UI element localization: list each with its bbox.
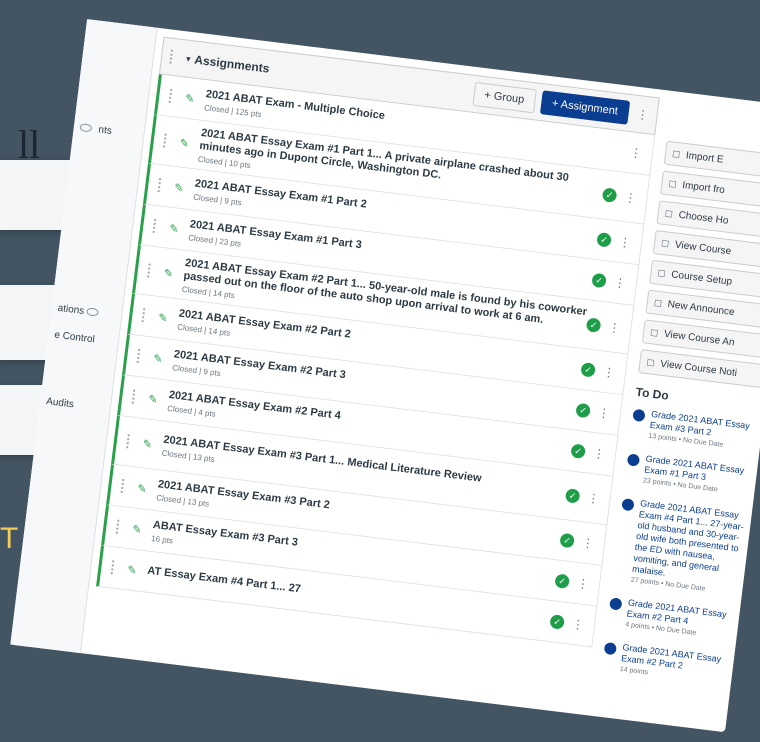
nav-label: Audits	[45, 396, 75, 411]
kebab-icon[interactable]: ⋮	[618, 235, 632, 250]
assignment-icon: ✎	[147, 392, 159, 407]
published-check-icon[interactable]: ✓	[580, 362, 596, 378]
kebab-icon[interactable]: ⋮	[629, 145, 643, 160]
analytics-icon: ◻	[649, 326, 660, 339]
drag-handle-icon[interactable]	[169, 49, 179, 65]
import-from-icon: ◻	[667, 177, 678, 190]
kebab-icon[interactable]: ⋮	[636, 107, 650, 122]
published-check-icon[interactable]: ✓	[585, 317, 602, 333]
kebab-icon[interactable]: ⋮	[602, 365, 616, 380]
canvas-screenshot: nts ations e Control Audits ▾ Assignment…	[0, 0, 760, 740]
sidebar-button-label: Course Setup	[670, 268, 733, 288]
nav-item[interactable]: nts	[72, 113, 145, 148]
assignment-icon: ✎	[178, 136, 190, 150]
drag-handle-icon[interactable]	[126, 434, 136, 450]
todo-item[interactable]: Grade 2021 ABAT Essay Exam #4 Part 1... …	[613, 496, 753, 597]
kebab-icon[interactable]: ⋮	[597, 405, 611, 420]
todo-text[interactable]: Grade 2021 ABAT Essay Exam #4 Part 1... …	[631, 498, 752, 588]
sidebar-button-label: Import E	[685, 149, 725, 166]
todo-item[interactable]: Grade 2021 ABAT Essay Exam #1 Part 3 23 p…	[625, 451, 758, 498]
assignment-icon: ✎	[142, 437, 153, 451]
drag-handle-icon[interactable]	[168, 88, 179, 104]
assignment-icon: ✎	[184, 92, 196, 106]
course-page: nts ations e Control Audits ▾ Assignment…	[10, 19, 760, 733]
published-check-icon[interactable]: ✓	[554, 573, 570, 590]
sidebar-button-label: View Course	[674, 239, 732, 257]
drag-handle-icon[interactable]	[152, 218, 163, 234]
kebab-icon[interactable]: ⋮	[587, 491, 601, 506]
assignments-module: ▾ Assignments + Group + Assignment ⋮ ✎ 20…	[96, 36, 660, 648]
announce-icon: ◻	[653, 296, 663, 309]
nav-label: nts	[97, 124, 113, 137]
todo-list: Grade 2021 ABAT Essay Exam #3 Part 2 13 p…	[602, 407, 760, 687]
assignment-badge-icon	[609, 597, 623, 611]
assignment-icon: ✎	[126, 563, 138, 577]
sidebar-button-label: View Course An	[663, 328, 736, 348]
todo-body: Grade 2021 ABAT Essay Exam #1 Part 3 23 p…	[643, 454, 758, 498]
todo-body: Grade 2021 ABAT Essay Exam #3 Part 2 13 p…	[648, 409, 760, 453]
kebab-icon[interactable]: ⋮	[624, 190, 638, 205]
todo-item[interactable]: Grade 2021 ABAT Essay Exam #3 Part 2 13 p…	[630, 407, 760, 454]
assignment-badge-icon	[621, 498, 635, 512]
sidebar-button-label: View Course Noti	[659, 358, 738, 379]
assignment-icon: ✎	[168, 222, 180, 236]
caret-down-icon[interactable]: ▾	[185, 53, 192, 64]
setup-icon: ◻	[656, 267, 667, 280]
drag-handle-icon[interactable]	[163, 133, 173, 149]
assignment-icon: ✎	[173, 181, 185, 195]
assignment-list: ✎ 2021 ABAT Exam - Multiple Choice Closed …	[96, 74, 656, 648]
kebab-icon[interactable]: ⋮	[592, 446, 606, 461]
sidebar-button-label: New Announce	[667, 298, 736, 318]
drag-handle-icon[interactable]	[147, 263, 157, 279]
todo-item[interactable]: Grade 2021 ABAT Essay Exam #2 Part 44 po…	[607, 595, 740, 642]
published-check-icon[interactable]: ✓	[601, 187, 618, 203]
nav-label: ations	[56, 302, 85, 317]
kebab-icon[interactable]: ⋮	[613, 275, 627, 290]
todo-body: Grade 2021 ABAT Essay Exam #2 Part 44 po…	[625, 597, 740, 641]
drag-handle-icon[interactable]	[141, 308, 152, 324]
sidebar-button-label: Choose Ho	[678, 209, 730, 227]
eye-icon	[79, 123, 93, 133]
published-check-icon[interactable]: ✓	[559, 532, 575, 549]
add-assignment-button[interactable]: + Assignment	[539, 90, 631, 125]
kebab-icon[interactable]: ⋮	[576, 576, 590, 591]
kebab-icon[interactable]: ⋮	[581, 535, 595, 550]
sidebar-buttons: ◻ Import E ◻ Import fro ◻ Choose Ho ◻ View Cour…	[638, 140, 760, 389]
assignment-icon: ✎	[136, 482, 148, 496]
add-group-button[interactable]: + Group	[472, 81, 537, 114]
published-check-icon[interactable]: ✓	[564, 488, 581, 504]
import-icon: ◻	[671, 147, 682, 160]
assignment-badge-icon	[626, 453, 641, 467]
drag-handle-icon[interactable]	[136, 348, 147, 364]
todo-item[interactable]: Grade 2021 ABAT Essay Exam #2 Part 2 14 p…	[602, 640, 735, 687]
published-check-icon[interactable]: ✓	[591, 272, 607, 289]
assignment-icon: ✎	[131, 523, 143, 537]
drag-handle-icon[interactable]	[120, 478, 131, 494]
view-icon: ◻	[660, 237, 671, 250]
kebab-icon[interactable]: ⋮	[571, 617, 585, 632]
bell-icon: ◻	[645, 356, 656, 369]
nav-item[interactable]: Audits	[39, 387, 112, 422]
assignment-badge-icon	[603, 641, 617, 656]
todo-body: Grade 2021 ABAT Essay Exam #4 Part 1... …	[630, 498, 752, 597]
published-check-icon[interactable]: ✓	[570, 443, 586, 460]
drag-handle-icon[interactable]	[157, 178, 168, 194]
todo-body: Grade 2021 ABAT Essay Exam #2 Part 2 14 p…	[619, 642, 734, 686]
drag-handle-icon[interactable]	[131, 389, 142, 405]
assignment-badge-icon	[632, 408, 646, 423]
drag-handle-icon[interactable]	[110, 560, 121, 576]
published-check-icon[interactable]: ✓	[596, 232, 612, 248]
drag-handle-icon[interactable]	[115, 519, 126, 535]
assignment-icon: ✎	[163, 266, 174, 280]
assignment-icon: ✎	[152, 352, 164, 366]
nav-label: e Control	[53, 329, 96, 346]
eye-icon	[86, 307, 100, 318]
published-check-icon[interactable]: ✓	[575, 402, 591, 419]
sidebar-button-label: Import fro	[681, 179, 726, 196]
assignment-icon: ✎	[157, 311, 169, 325]
kebab-icon[interactable]: ⋮	[608, 320, 622, 335]
published-check-icon[interactable]: ✓	[549, 614, 565, 630]
home-icon: ◻	[664, 207, 674, 220]
